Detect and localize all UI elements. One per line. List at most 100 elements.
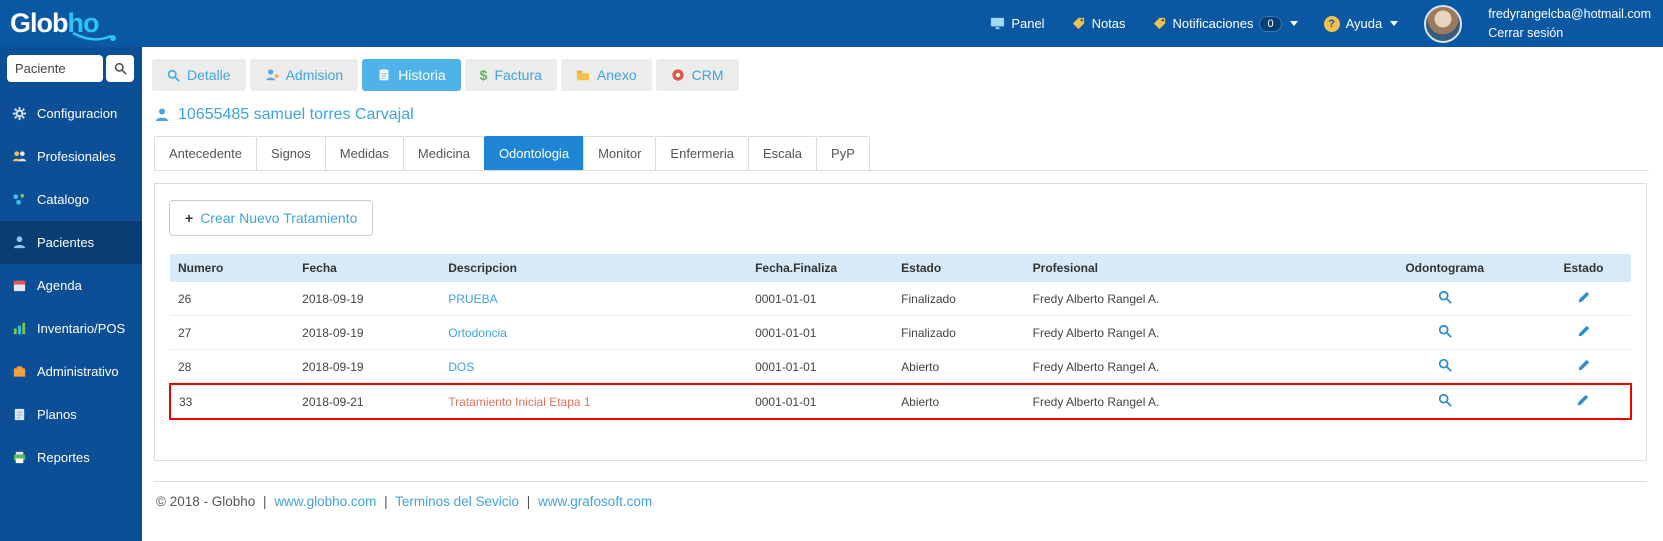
sidebar-item-label: Inventario/POS <box>37 321 126 336</box>
subtab-escala[interactable]: Escala <box>748 136 818 170</box>
footer-separator: | <box>384 494 388 509</box>
tab-crm[interactable]: CRM <box>655 59 739 91</box>
tab-admision[interactable]: Admision <box>249 59 359 91</box>
footer-separator: | <box>263 494 267 509</box>
chevron-down-icon <box>1390 21 1399 26</box>
odontogram-search-icon[interactable] <box>1438 393 1452 407</box>
notifications-menu-item[interactable]: Notificaciones 0 <box>1152 15 1298 32</box>
create-treatment-button[interactable]: + Crear Nuevo Tratamiento <box>169 200 374 236</box>
odontogram-search-icon[interactable] <box>1438 290 1452 304</box>
printer-icon <box>12 450 28 465</box>
cell-odontograma <box>1353 383 1536 420</box>
tab-anexo[interactable]: Anexo <box>560 59 652 91</box>
cell-numero: 33 <box>168 383 295 420</box>
tab-label: Detalle <box>187 67 231 83</box>
sidebar-item-catalogo[interactable]: Catalogo <box>0 178 142 221</box>
sidebar-item-inventario[interactable]: Inventario/POS <box>0 307 142 350</box>
subtab-monitor[interactable]: Monitor <box>583 136 657 170</box>
cell-profesional: Fredy Alberto Rangel A. <box>1024 315 1354 350</box>
subtab-medicina[interactable]: Medicina <box>402 136 485 170</box>
sidebar-item-profesionales[interactable]: Profesionales <box>0 135 142 178</box>
main-content: Detalle Admision Historia $ Factura Anex… <box>142 47 1663 541</box>
tab-label: Factura <box>494 67 542 83</box>
edit-pencil-icon[interactable] <box>1577 325 1590 338</box>
footer: © 2018 - Globho | www.globho.com | Termi… <box>154 481 1647 509</box>
col-header-odontograma: Odontograma <box>1353 254 1536 282</box>
patients-icon <box>12 235 28 250</box>
sidebar-item-administrativo[interactable]: Administrativo <box>0 350 142 393</box>
patient-search-input[interactable] <box>7 55 103 82</box>
notifications-label: Notificaciones <box>1172 16 1254 31</box>
sidebar-item-label: Configuracion <box>37 106 118 121</box>
cell-estado: Abierto <box>893 349 1025 385</box>
logout-link[interactable]: Cerrar sesión <box>1488 24 1651 42</box>
cell-profesional: Fredy Alberto Rangel A. <box>1024 383 1354 420</box>
create-treatment-label: Crear Nuevo Tratamiento <box>200 210 358 226</box>
notes-menu-item[interactable]: Notas <box>1071 16 1126 31</box>
help-label: Ayuda <box>1345 16 1383 31</box>
plus-icon: + <box>185 210 194 226</box>
cell-fecha: 2018-09-19 <box>294 349 441 385</box>
table-row-highlighted: 33 2018-09-21 Tratamiento Inicial Etapa … <box>168 383 1633 420</box>
subtab-signos[interactable]: Signos <box>256 136 326 170</box>
cell-estado: Abierto <box>893 383 1025 420</box>
edit-pencil-icon[interactable] <box>1577 359 1590 372</box>
folder-icon <box>576 70 590 81</box>
patient-search-button[interactable] <box>106 55 134 82</box>
cell-numero: 28 <box>170 349 295 385</box>
footer-link-grafosoft[interactable]: www.grafosoft.com <box>538 494 652 509</box>
notification-tag-icon <box>1153 17 1165 30</box>
sidebar-item-label: Catalogo <box>37 192 90 207</box>
treatment-link[interactable]: Ortodoncia <box>448 326 507 340</box>
gear-icon <box>12 106 28 121</box>
treatment-link[interactable]: Tratamiento Inicial Etapa 1 <box>448 395 590 409</box>
footer-link-terminos[interactable]: Terminos del Sevicio <box>395 494 519 509</box>
cell-numero: 27 <box>170 315 295 350</box>
footer-link-globho[interactable]: www.globho.com <box>274 494 376 509</box>
main-tabs: Detalle Admision Historia $ Factura Anex… <box>152 59 1649 91</box>
user-block: fredyrangelcba@hotmail.com Cerrar sesión <box>1488 5 1651 41</box>
sidebar-item-reportes[interactable]: Reportes <box>0 436 142 479</box>
cell-descripcion: Ortodoncia <box>440 315 748 350</box>
chevron-down-icon <box>1289 21 1298 26</box>
cell-descripcion: PRUEBA <box>440 282 748 316</box>
help-menu-item[interactable]: ? Ayuda <box>1323 15 1399 32</box>
col-header-descripcion: Descripcion <box>440 254 748 282</box>
subtab-medidas[interactable]: Medidas <box>324 136 404 170</box>
treatments-panel: + Crear Nuevo Tratamiento Numero Fecha D… <box>154 183 1647 461</box>
odontogram-search-icon[interactable] <box>1438 358 1452 372</box>
sidebar-item-planos[interactable]: Planos <box>0 393 142 436</box>
treatment-link[interactable]: PRUEBA <box>448 292 497 306</box>
sidebar-item-agenda[interactable]: Agenda <box>0 264 142 307</box>
tab-label: Anexo <box>596 67 637 83</box>
subtab-antecedente[interactable]: Antecedente <box>154 136 258 170</box>
edit-pencil-icon[interactable] <box>1577 291 1590 304</box>
dollar-icon: $ <box>479 67 488 83</box>
sidebar-item-pacientes[interactable]: Pacientes <box>0 221 142 264</box>
sidebar-item-label: Reportes <box>37 450 90 465</box>
cell-estado-edit <box>1535 383 1633 420</box>
professionals-icon <box>12 149 28 164</box>
sidebar-item-configuracion[interactable]: Configuracion <box>0 92 142 135</box>
monitor-icon <box>991 17 1005 30</box>
subtab-odontologia[interactable]: Odontologia <box>483 136 585 170</box>
cell-estado: Finalizado <box>893 315 1025 350</box>
tab-detalle[interactable]: Detalle <box>152 59 246 91</box>
user-avatar[interactable] <box>1424 4 1463 43</box>
app-logo[interactable]: Glob ho <box>10 8 116 41</box>
panel-menu-item[interactable]: Panel <box>990 16 1045 31</box>
edit-pencil-icon[interactable] <box>1576 394 1589 407</box>
sidebar-item-label: Pacientes <box>37 235 95 250</box>
patient-header: 10655485 samuel torres Carvajal <box>154 106 1649 124</box>
tab-factura[interactable]: $ Factura <box>464 59 557 91</box>
subtab-enfermeria[interactable]: Enfermeria <box>655 136 749 170</box>
col-header-profesional: Profesional <box>1024 254 1354 282</box>
history-subtabs: Antecedente Signos Medidas Medicina Odon… <box>154 136 1649 171</box>
tab-historia[interactable]: Historia <box>362 59 461 91</box>
person-add-icon <box>265 69 279 81</box>
treatment-link[interactable]: DOS <box>448 360 474 374</box>
odontogram-search-icon[interactable] <box>1438 324 1452 338</box>
cell-profesional: Fredy Alberto Rangel A. <box>1024 282 1354 316</box>
logo-text-glob: Glob <box>10 8 68 38</box>
subtab-pyp[interactable]: PyP <box>816 136 870 170</box>
